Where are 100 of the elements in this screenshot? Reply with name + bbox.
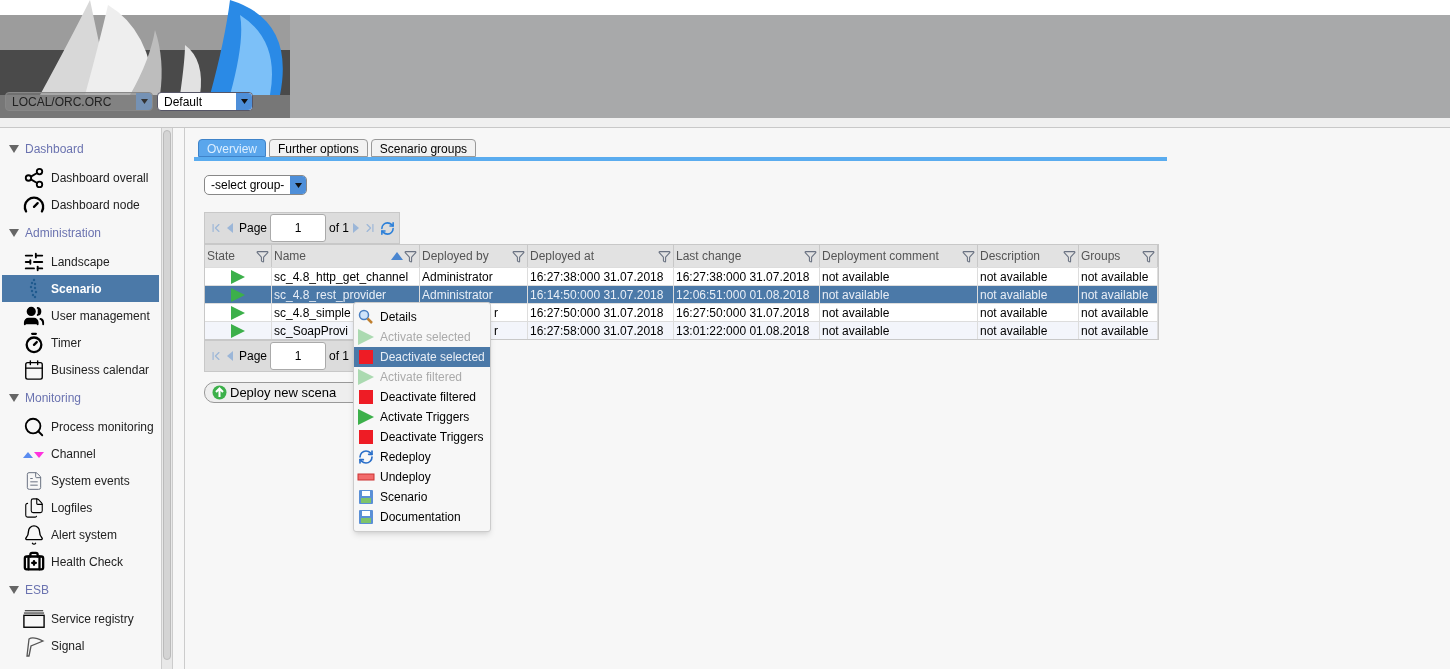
sidebar-item[interactable]: Logfiles	[2, 494, 159, 521]
sidebar-item[interactable]: Signal	[2, 632, 159, 659]
refresh-icon[interactable]	[380, 220, 396, 236]
sidebar-item[interactable]: Business calendar	[2, 356, 159, 383]
table-cell: r	[494, 304, 498, 321]
table-cell: 16:27:50:000 31.07.2018	[530, 304, 664, 321]
filter-icon[interactable]	[1142, 249, 1155, 263]
table-cell: Administrator	[422, 268, 493, 285]
table-cell: not available	[822, 286, 890, 303]
sidebar-item[interactable]: System events	[2, 467, 159, 494]
page-count: of 1	[329, 220, 350, 237]
share-icon	[23, 166, 45, 189]
table-cell: 16:14:50:000 31.07.2018	[530, 286, 664, 303]
sidebar-item[interactable]: Scenario	[2, 275, 159, 302]
files-icon	[23, 496, 45, 519]
page-input[interactable]: 1	[270, 342, 327, 370]
tab[interactable]: Further options	[269, 139, 368, 157]
filter-icon[interactable]	[404, 249, 417, 263]
profile-select[interactable]: Default	[157, 92, 253, 111]
search-icon	[23, 415, 45, 438]
users-icon	[23, 304, 45, 327]
table-cell: sc_4.8_http_get_channel	[274, 268, 409, 285]
triangle-icon	[9, 394, 19, 402]
stop-icon	[358, 349, 374, 365]
server-select[interactable]: LOCAL/ORC.ORC	[5, 92, 153, 111]
play-icon	[357, 408, 375, 426]
table-cell: not available	[1081, 286, 1149, 303]
page-input[interactable]: 1	[270, 214, 327, 242]
caret-icon	[140, 99, 148, 104]
filter-icon[interactable]	[804, 249, 817, 263]
table-cell: sc_4.8_simple	[274, 304, 351, 321]
table-cell: not available	[980, 322, 1048, 339]
table-cell: not available	[980, 268, 1048, 285]
filter-icon[interactable]	[1063, 249, 1076, 263]
stop-icon	[358, 389, 374, 405]
page-count: of 1	[329, 348, 350, 365]
magnifier-icon	[358, 309, 374, 325]
bell-icon	[23, 523, 45, 546]
table-row[interactable]: sc_4.8_rest_provider Administrator 16:14:50:000 31.07.2018 12:06:51:000 01.08.2018 not available not available not available	[205, 285, 1158, 303]
menu-item[interactable]: Documentation	[354, 507, 490, 527]
section-header[interactable]: ESB	[0, 575, 161, 605]
sidebar-item[interactable]: Health Check	[2, 548, 159, 575]
table-row[interactable]: sc_4.8_http_get_channel Administrator 16:27:38:000 31.07.2018 16:27:38:000 31.07.2018 not available not available not available	[205, 267, 1158, 285]
group-select[interactable]: -select group-	[204, 175, 307, 195]
minus-icon	[357, 473, 375, 481]
table-cell: not available	[1081, 304, 1149, 321]
sidebar-item[interactable]: Channel	[2, 440, 159, 467]
table-cell: not available	[822, 268, 890, 285]
table-cell: 13:01:22:000 01.08.2018	[676, 322, 810, 339]
menu-item[interactable]: Deactivate selected	[354, 347, 490, 367]
sliders-icon	[23, 250, 45, 273]
table-cell: r	[494, 322, 498, 339]
sidebar-item[interactable]: Dashboard node	[2, 191, 159, 218]
table-cell: not available	[1081, 322, 1149, 339]
section-header[interactable]: Dashboard	[0, 134, 161, 164]
table-cell: 16:27:38:000 31.07.2018	[676, 268, 810, 285]
menu-item[interactable]: Redeploy	[354, 447, 490, 467]
sidebar-item[interactable]: Alert system	[2, 521, 159, 548]
filter-icon[interactable]	[256, 249, 269, 263]
table-cell: 16:27:38:000 31.07.2018	[530, 268, 664, 285]
table-cell: Administrator	[422, 286, 493, 303]
table-cell: 16:27:50:000 31.07.2018	[676, 304, 810, 321]
filter-icon[interactable]	[962, 249, 975, 263]
menu-item[interactable]: Scenario	[354, 487, 490, 507]
table-cell: not available	[822, 304, 890, 321]
pen-icon	[23, 634, 45, 657]
play-icon	[231, 323, 245, 338]
calendar-icon	[23, 358, 45, 381]
section-header[interactable]: Monitoring	[0, 383, 161, 413]
table-cell: not available	[980, 304, 1048, 321]
menu-item[interactable]: Deactivate Triggers	[354, 427, 490, 447]
page-label: Page	[239, 348, 268, 365]
sidebar-item[interactable]: Process monitoring	[2, 413, 159, 440]
table-cell: not available	[822, 322, 890, 339]
page-label: Page	[239, 220, 268, 237]
tab[interactable]: Scenario groups	[370, 139, 477, 157]
filter-icon[interactable]	[658, 249, 671, 263]
triangle-icon	[9, 229, 19, 237]
table-cell: not available	[980, 286, 1048, 303]
triangle-icon	[9, 586, 19, 594]
section-header[interactable]: Administration	[0, 218, 161, 248]
menu-item[interactable]: Activate Triggers	[354, 407, 490, 427]
upload-icon	[212, 385, 227, 400]
table-cell: sc_4.8_rest_provider	[274, 286, 387, 303]
filter-icon[interactable]	[512, 249, 525, 263]
sidebar-item[interactable]: User management	[2, 302, 159, 329]
stop-icon	[358, 429, 374, 445]
caret-icon	[240, 99, 248, 104]
play-icon	[231, 269, 245, 284]
play-icon	[231, 305, 245, 320]
sidebar-item[interactable]: Timer	[2, 329, 159, 356]
sidebar-item[interactable]: Dashboard overall	[2, 164, 159, 191]
medical-kit-icon	[23, 550, 45, 573]
sidebar-item[interactable]: Landscape	[2, 248, 159, 275]
document-icon	[24, 470, 44, 491]
table-cell: not available	[1081, 268, 1149, 285]
menu-item[interactable]: Undeploy	[354, 467, 490, 487]
triangle-icon	[9, 145, 19, 153]
sidebar-item[interactable]: Service registry	[2, 605, 159, 632]
refresh-icon	[358, 449, 374, 465]
